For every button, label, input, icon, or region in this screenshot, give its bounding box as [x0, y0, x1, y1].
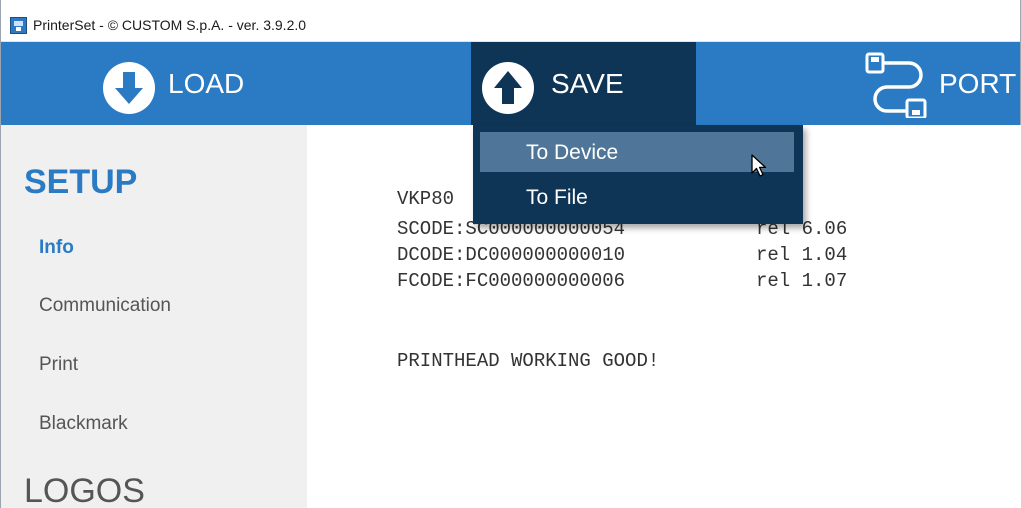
sidebar-item-info[interactable]: Info	[39, 237, 74, 259]
load-label: LOAD	[168, 68, 245, 99]
printhead-status: PRINTHEAD WORKING GOOD!	[397, 350, 660, 372]
logos-heading[interactable]: LOGOS	[24, 472, 145, 508]
setup-heading[interactable]: SETUP	[24, 163, 137, 202]
printerset-app-icon	[10, 17, 27, 34]
dcode-release: rel 1.04	[756, 244, 848, 266]
title-bar: PrinterSet - © CUSTOM S.p.A. - ver. 3.9.…	[1, 0, 1020, 42]
sidebar-item-print[interactable]: Print	[39, 354, 78, 376]
port-button[interactable]: PORT	[863, 42, 1021, 125]
load-button[interactable]: LOAD	[96, 42, 266, 125]
dcode-line: DCODE:DC000000000010	[397, 244, 626, 266]
sidebar-item-communication[interactable]: Communication	[39, 295, 171, 317]
printerset-window: PrinterSet - © CUSTOM S.p.A. - ver. 3.9.…	[0, 0, 1021, 508]
sidebar: SETUP Info Communication Print Blackmark…	[1, 125, 307, 508]
menu-item-to-device[interactable]: To Device	[480, 132, 794, 172]
mouse-pointer-icon	[751, 154, 767, 183]
window-title: PrinterSet - © CUSTOM S.p.A. - ver. 3.9.…	[33, 17, 307, 33]
sidebar-item-blackmark[interactable]: Blackmark	[39, 413, 128, 435]
download-arrow-icon	[102, 61, 156, 120]
upload-arrow-icon	[481, 61, 535, 120]
cable-plug-icon	[863, 52, 933, 123]
save-button[interactable]: SAVE	[471, 42, 696, 125]
printer-model: VKP80	[397, 188, 455, 210]
menu-item-label: To Device	[526, 141, 619, 164]
main-toolbar: LOAD SAVE PORT	[1, 42, 1020, 125]
fcode-line: FCODE:FC000000000006	[397, 270, 626, 292]
fcode-release: rel 1.07	[756, 270, 848, 292]
menu-item-to-file[interactable]: To File	[480, 177, 794, 217]
menu-item-label: To File	[526, 186, 588, 209]
port-label: PORT	[939, 68, 1017, 99]
save-label: SAVE	[551, 68, 624, 99]
